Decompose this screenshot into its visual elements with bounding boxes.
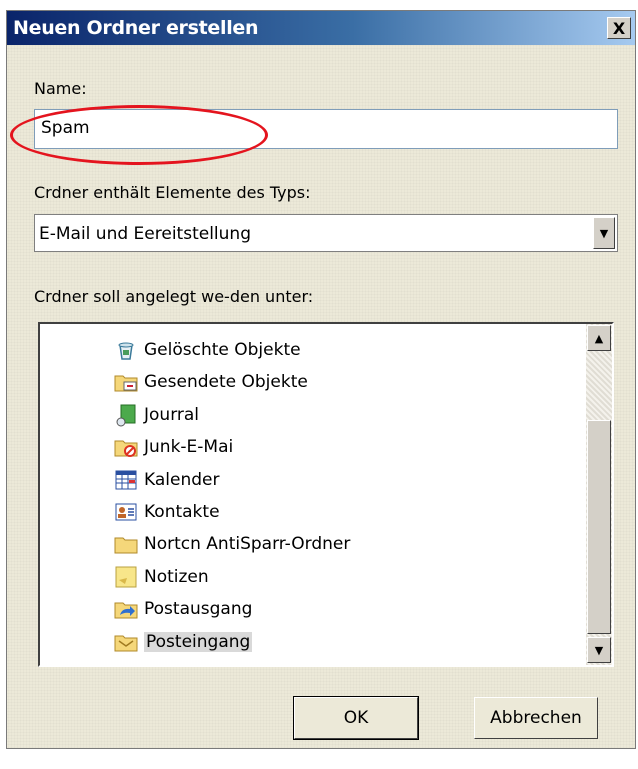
folder-item-label: Junk-E-Mai <box>144 437 234 458</box>
close-icon: X <box>612 18 626 38</box>
folder-item-label: Gelöschte Objekte <box>144 340 301 360</box>
outbox-icon <box>114 597 138 621</box>
junk-folder-icon <box>114 435 138 459</box>
name-input[interactable]: Spam <box>34 109 618 149</box>
folder-item[interactable]: Jourral <box>114 401 199 429</box>
arrow-down-icon: ▼ <box>594 643 604 657</box>
folder-item[interactable]: Gesendete Objekte <box>114 368 308 396</box>
folder-item[interactable]: Gelöschte Objekte <box>114 336 301 364</box>
cancel-button[interactable]: Abbrechen <box>474 697 598 739</box>
folder-item[interactable]: Posteingang <box>114 628 253 656</box>
close-button[interactable]: X <box>607 17 631 39</box>
folder-tree[interactable]: Gelöschte Objekte Gesendete Objekte Jourra… <box>38 322 614 667</box>
arrow-up-icon: ▲ <box>594 331 604 345</box>
chevron-down-icon: ▼ <box>599 226 609 240</box>
folder-item[interactable]: Kontakte <box>114 498 220 526</box>
type-select[interactable]: E-Mail und Eereitstellung ▼ <box>34 214 618 252</box>
folder-item[interactable]: Postausgang <box>114 595 252 623</box>
name-label: Name: <box>34 79 87 98</box>
notes-icon <box>114 565 138 589</box>
contacts-icon <box>114 500 138 524</box>
folder-item[interactable]: Notizen <box>114 563 209 591</box>
journal-icon <box>114 403 138 427</box>
scroll-up-button[interactable]: ▲ <box>587 325 611 351</box>
location-label: Crdner soll angelegt we-den unter: <box>34 287 314 306</box>
new-folder-dialog: Neuen Ordner erstellen X Name: Spam Crdn… <box>6 10 636 749</box>
folder-item-label: Jourral <box>144 404 200 425</box>
trash-icon <box>114 338 138 362</box>
dialog-title: Neuen Ordner erstellen <box>13 17 259 39</box>
title-bar[interactable]: Neuen Ordner erstellen X <box>7 11 635 45</box>
sent-folder-icon <box>114 370 138 394</box>
folder-item-label: Posteingang <box>144 631 253 652</box>
type-select-value: E-Mail und Eereitstellung <box>39 224 251 244</box>
ok-button-label: OK <box>343 708 369 728</box>
folder-item-label: Postausgang <box>144 599 253 620</box>
calendar-icon <box>114 468 138 492</box>
folder-item-label: Nortcn AntiSparr-Ordner <box>144 534 351 555</box>
folder-icon <box>114 532 138 556</box>
cancel-button-label: Abbrechen <box>490 708 582 728</box>
folder-tree-scrollbar[interactable]: ▲ ▼ <box>586 324 612 665</box>
inbox-icon <box>114 630 138 654</box>
type-label: Crdner enthält Elemente des Typs: <box>34 183 311 202</box>
name-input-value: Spam <box>41 118 90 138</box>
ok-button[interactable]: OK <box>293 696 419 740</box>
type-select-dropdown-button[interactable]: ▼ <box>593 217 615 249</box>
scrollbar-thumb[interactable] <box>587 420 611 634</box>
folder-item[interactable]: Nortcn AntiSparr-Ordner <box>114 530 350 558</box>
folder-item[interactable]: Junk-E-Mai <box>114 433 233 461</box>
folder-item[interactable]: Kalender <box>114 466 219 494</box>
scroll-down-button[interactable]: ▼ <box>587 637 611 663</box>
folder-item-label: Notizen <box>144 566 209 587</box>
folder-item-label: Gesendete Objekte <box>144 372 308 393</box>
folder-item-label: Kalender <box>144 469 220 490</box>
folder-item-label: Kontakte <box>144 502 220 522</box>
